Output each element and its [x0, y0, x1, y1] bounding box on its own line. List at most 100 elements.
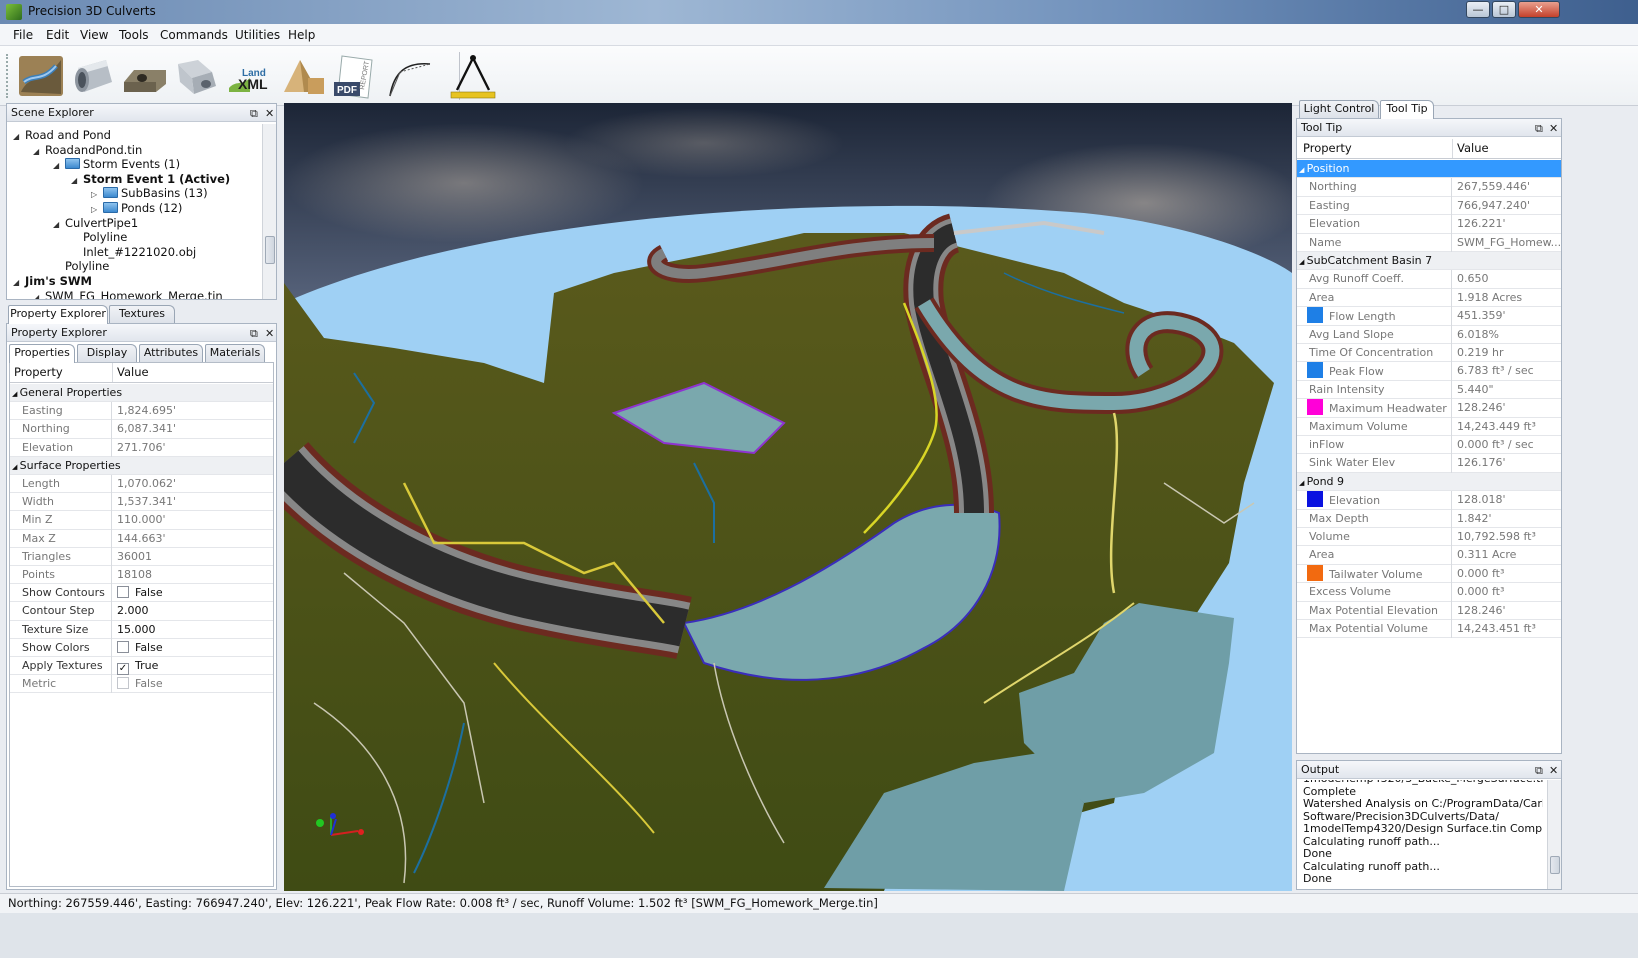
tree-item[interactable]: ▷ SubBasins (13): [91, 186, 208, 201]
property-category[interactable]: ◢ Surface Properties: [10, 456, 273, 475]
inlet-tool-icon[interactable]: [172, 52, 222, 100]
minimize-button[interactable]: —: [1466, 1, 1490, 18]
tab-properties[interactable]: Properties: [9, 344, 75, 363]
volume-tool-icon[interactable]: [278, 52, 328, 100]
property-row[interactable]: Avg Runoff Coeff. 0.650: [1297, 270, 1561, 289]
property-row[interactable]: Excess Volume 0.000 ft³: [1297, 583, 1561, 602]
tree-item[interactable]: ◢ CulvertPipe1: [53, 216, 138, 231]
terrain-scene[interactable]: [284, 103, 1292, 891]
property-value[interactable]: ✓ True: [112, 657, 158, 675]
float-icon[interactable]: ⧉: [1535, 120, 1543, 137]
property-row[interactable]: Show Colors False: [10, 638, 273, 657]
menu-help[interactable]: Help: [288, 28, 315, 42]
tab-light-control[interactable]: Light Control: [1299, 100, 1379, 118]
collapse-icon[interactable]: ◢: [12, 390, 20, 398]
tree-item[interactable]: ◢ Road and Pond: [13, 128, 111, 143]
toolbar-grip[interactable]: [6, 54, 10, 98]
property-row[interactable]: Triangles 36001: [10, 547, 273, 566]
tab-property-explorer[interactable]: Property Explorer: [8, 305, 108, 324]
measure-tool-icon[interactable]: [447, 52, 497, 100]
output-scrollbar[interactable]: [1547, 780, 1561, 889]
tree-item[interactable]: Inlet_#1221020.obj: [71, 245, 196, 260]
tree-item[interactable]: Polyline: [71, 230, 127, 245]
property-row[interactable]: Elevation 271.706': [10, 438, 273, 457]
property-row[interactable]: Northing 267,559.446': [1297, 178, 1561, 197]
property-category[interactable]: ◢ SubCatchment Basin 7: [1297, 252, 1561, 271]
collapse-icon[interactable]: ◢: [1299, 479, 1307, 487]
property-row[interactable]: Texture Size 15.000: [10, 620, 273, 639]
checkbox[interactable]: ✓: [117, 663, 129, 675]
tree-item[interactable]: ◢ Jim's SWM: [13, 274, 92, 289]
property-row[interactable]: Max Depth 1.842': [1297, 509, 1561, 528]
tree-item[interactable]: ▷ Ponds (12): [91, 201, 182, 216]
tab-display[interactable]: Display: [77, 344, 137, 362]
property-row[interactable]: Easting 766,947.240': [1297, 196, 1561, 216]
close-button[interactable]: ✕: [1518, 1, 1560, 18]
tree-item[interactable]: Polyline: [53, 259, 109, 274]
expander-icon[interactable]: ◢: [13, 275, 25, 290]
property-value[interactable]: False: [112, 584, 163, 602]
terrain-tool-icon[interactable]: [16, 52, 66, 100]
expander-icon[interactable]: ◢: [53, 158, 65, 173]
property-row[interactable]: Elevation 128.018': [1297, 491, 1561, 510]
property-row[interactable]: Tailwater Volume 0.000 ft³: [1297, 564, 1561, 584]
menu-file[interactable]: File: [13, 28, 33, 42]
tab-materials[interactable]: Materials: [205, 344, 265, 362]
tree-item[interactable]: ◢ RoadandPond.tin: [33, 143, 142, 158]
property-value[interactable]: False: [112, 639, 163, 657]
property-row[interactable]: Metric False: [10, 675, 273, 694]
close-icon[interactable]: ✕: [265, 105, 274, 122]
property-row[interactable]: Max Potential Volume 14,243.451 ft³: [1297, 620, 1561, 639]
tree-item[interactable]: ◢ Storm Events (1): [53, 157, 180, 172]
curve-tool-icon[interactable]: [384, 52, 434, 100]
property-row[interactable]: Volume 10,792.598 ft³: [1297, 528, 1561, 547]
property-row[interactable]: Area 1.918 Acres: [1297, 288, 1561, 308]
menu-view[interactable]: View: [80, 28, 108, 42]
tab-attributes[interactable]: Attributes: [139, 344, 203, 362]
expander-icon[interactable]: ◢: [53, 217, 65, 232]
property-row[interactable]: inFlow 0.000 ft³ / sec: [1297, 436, 1561, 455]
float-icon[interactable]: ⧉: [250, 325, 258, 342]
tree-item[interactable]: ◢ Storm Event 1 (Active): [71, 172, 230, 187]
checkbox[interactable]: [117, 586, 129, 599]
tree-item[interactable]: ◢ SWM_FG_Homework_Merge.tin: [33, 289, 223, 299]
landxml-tool-icon[interactable]: Land XML: [226, 52, 276, 100]
scene-tree-scrollbar[interactable]: [262, 124, 276, 299]
property-row[interactable]: Max Z 144.663': [10, 529, 273, 548]
maximize-button[interactable]: □: [1492, 1, 1516, 18]
property-row[interactable]: Easting 1,824.695': [10, 402, 273, 421]
expander-icon[interactable]: ◢: [71, 173, 83, 188]
property-row[interactable]: Elevation 126.221': [1297, 215, 1561, 234]
property-category[interactable]: ◢ Pond 9: [1297, 472, 1561, 492]
collapse-icon[interactable]: ◢: [12, 463, 20, 471]
property-row[interactable]: Maximum Volume 14,243.449 ft³: [1297, 417, 1561, 436]
property-row[interactable]: Peak Flow 6.783 ft³ / sec: [1297, 362, 1561, 381]
property-row[interactable]: Flow Length 451.359': [1297, 307, 1561, 326]
menu-tools[interactable]: Tools: [119, 28, 149, 42]
close-icon[interactable]: ✕: [1549, 762, 1558, 779]
expander-icon[interactable]: ◢: [33, 290, 45, 299]
property-row[interactable]: Avg Land Slope 6.018%: [1297, 325, 1561, 344]
property-row[interactable]: Rain Intensity 5.440": [1297, 380, 1561, 400]
property-category[interactable]: ◢ General Properties: [10, 384, 273, 403]
property-row[interactable]: Contour Step 2.000: [10, 602, 273, 621]
close-icon[interactable]: ✕: [265, 325, 274, 342]
menu-utilities[interactable]: Utilities: [235, 28, 280, 42]
property-row[interactable]: Max Potential Elevation 128.246': [1297, 601, 1561, 620]
scrollbar-thumb[interactable]: [265, 236, 275, 264]
property-row[interactable]: Min Z 110.000': [10, 511, 273, 530]
tab-tool-tip[interactable]: Tool Tip: [1380, 100, 1434, 119]
checkbox[interactable]: [117, 640, 129, 653]
property-row[interactable]: Length 1,070.062': [10, 475, 273, 494]
expander-icon[interactable]: ◢: [13, 129, 25, 144]
property-row[interactable]: Apply Textures ✓ True: [10, 657, 273, 676]
expander-icon[interactable]: ◢: [33, 144, 45, 159]
property-row[interactable]: Show Contours False: [10, 584, 273, 603]
collapse-icon[interactable]: ◢: [1299, 258, 1307, 266]
property-row[interactable]: Maximum Headwater 128.246': [1297, 399, 1561, 418]
tab-textures[interactable]: Textures: [109, 305, 175, 323]
property-row[interactable]: Northing 6,087.341': [10, 420, 273, 439]
scrollbar-thumb[interactable]: [1550, 856, 1560, 874]
property-row[interactable]: Width 1,537.341': [10, 493, 273, 512]
float-icon[interactable]: ⧉: [250, 105, 258, 122]
